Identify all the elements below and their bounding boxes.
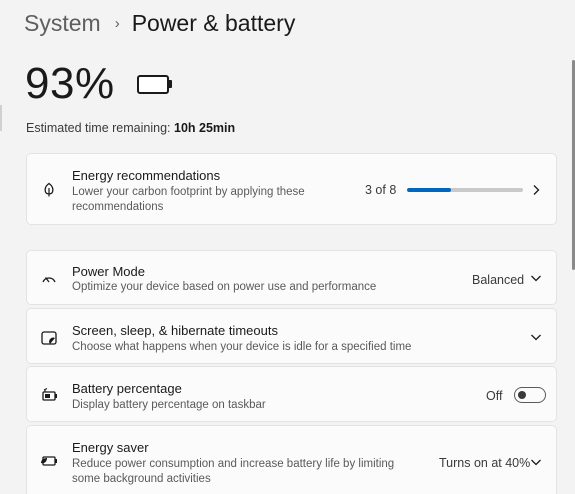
battery-icon bbox=[136, 74, 173, 95]
battery-percentage-toggle-label: Off bbox=[486, 389, 503, 403]
energy-saver-card[interactable]: Energy saver Reduce power consumption an… bbox=[26, 425, 557, 494]
energy-recommendations-title: Energy recommendations bbox=[72, 168, 221, 183]
chevron-down-icon[interactable] bbox=[530, 272, 542, 284]
chevron-right-icon bbox=[530, 184, 542, 196]
breadcrumb: System › Power & battery bbox=[24, 6, 295, 40]
power-mode-dropdown[interactable]: Balanced bbox=[472, 273, 524, 287]
screen-sleep-card[interactable]: Screen, sleep, & hibernate timeouts Choo… bbox=[26, 308, 557, 364]
power-mode-card[interactable]: Power Mode Optimize your device based on… bbox=[26, 250, 557, 305]
energy-saver-title: Energy saver bbox=[72, 440, 149, 455]
estimated-time-value: 10h 25min bbox=[174, 121, 236, 135]
energy-saver-subtitle-line2: some background activities bbox=[72, 473, 211, 485]
screen-sleep-subtitle: Choose what happens when your device is … bbox=[72, 341, 412, 353]
power-mode-subtitle: Optimize your device based on power use … bbox=[72, 281, 377, 293]
power-mode-title: Power Mode bbox=[72, 264, 145, 279]
energy-recommendations-progress-label: 3 of 8 bbox=[365, 183, 397, 197]
battery-percentage-subtitle: Display battery percentage on taskbar bbox=[72, 399, 266, 411]
battery-percent: 93% bbox=[25, 59, 115, 108]
leaf-icon bbox=[40, 181, 58, 199]
speedometer-icon bbox=[40, 269, 58, 287]
left-edge-indicator bbox=[0, 105, 2, 131]
breadcrumb-separator-icon: › bbox=[114, 14, 120, 32]
battery-percent-icon bbox=[40, 386, 58, 404]
estimated-time: Estimated time remaining: 10h 25min bbox=[26, 121, 235, 135]
battery-percentage-toggle[interactable] bbox=[514, 387, 546, 403]
energy-saver-subtitle-line1: Reduce power consumption and increase ba… bbox=[72, 458, 395, 470]
battery-summary: 93% bbox=[25, 58, 173, 110]
page-title: Power & battery bbox=[131, 9, 296, 36]
battery-percentage-title: Battery percentage bbox=[72, 381, 182, 396]
screen-sleep-icon bbox=[40, 329, 58, 347]
breadcrumb-system-link[interactable]: System bbox=[24, 10, 101, 37]
chevron-down-icon[interactable] bbox=[530, 456, 542, 468]
chevron-down-icon[interactable] bbox=[530, 331, 542, 343]
energy-recommendations-subtitle: Lower your carbon footprint by applying … bbox=[72, 186, 305, 213]
estimated-time-label: Estimated time remaining: bbox=[26, 121, 171, 135]
battery-percentage-card: Battery percentage Display battery perce… bbox=[26, 366, 557, 422]
energy-saver-dropdown[interactable]: Turns on at 40% bbox=[439, 456, 530, 470]
energy-recommendations-progress-bar bbox=[407, 188, 523, 192]
screen-sleep-title: Screen, sleep, & hibernate timeouts bbox=[72, 323, 278, 338]
energy-recommendations-card[interactable]: Energy recommendations Lower your carbon… bbox=[26, 153, 557, 225]
energy-saver-icon bbox=[40, 452, 58, 470]
